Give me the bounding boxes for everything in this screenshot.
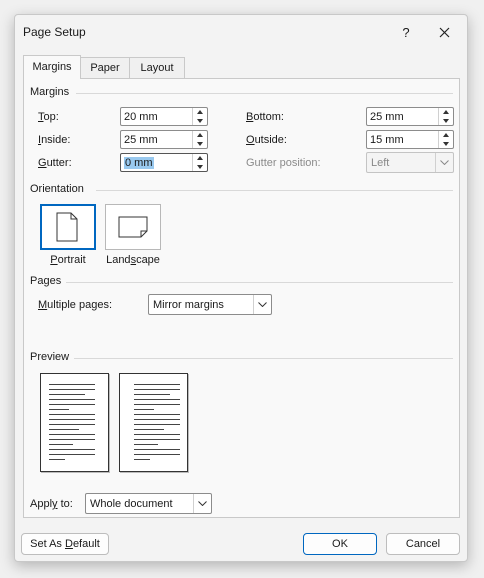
gutter-spinner[interactable]: 0 mm [120, 153, 208, 172]
triangle-down-icon [197, 165, 203, 169]
outside-label: Outside: [246, 134, 287, 146]
close-button[interactable] [431, 21, 459, 45]
margins-tab-panel: Margins Top: 20 mm Inside: 25 mm Gutter:… [23, 78, 460, 518]
inside-margin-spinner[interactable]: 25 mm [120, 130, 208, 149]
outside-margin-decrement[interactable] [439, 140, 453, 148]
bottom-margin-increment[interactable] [439, 108, 453, 116]
triangle-up-icon [443, 110, 449, 114]
page-setup-dialog: Page Setup ? Margins Paper Layout Margin… [14, 14, 468, 562]
gutter-value: 0 mm [124, 157, 154, 169]
bottom-margin-decrement[interactable] [439, 117, 453, 125]
outside-margin-increment[interactable] [439, 131, 453, 139]
chevron-down-icon [440, 160, 449, 165]
tab-paper[interactable]: Paper [79, 57, 131, 78]
top-margin-increment[interactable] [193, 108, 207, 116]
portrait-button[interactable] [40, 204, 96, 250]
triangle-up-icon [197, 156, 203, 160]
pages-divider [66, 282, 453, 283]
cancel-button[interactable]: Cancel [386, 533, 460, 555]
bottom-label: Bottom: [246, 111, 284, 123]
help-icon: ? [402, 25, 410, 40]
apply-to-value: Whole document [90, 498, 173, 510]
help-button[interactable]: ? [393, 21, 419, 45]
apply-to-label: Apply to: [30, 498, 73, 510]
set-as-default-button[interactable]: Set As Default [21, 533, 109, 555]
close-icon [439, 27, 450, 38]
inside-margin-increment[interactable] [193, 131, 207, 139]
bottom-margin-value: 25 mm [370, 111, 404, 123]
triangle-up-icon [197, 110, 203, 114]
preview-section-label: Preview [30, 351, 70, 363]
landscape-button[interactable] [105, 204, 161, 250]
top-label: Top: [38, 111, 59, 123]
gutter-position-select[interactable]: Left [366, 152, 454, 173]
dialog-title: Page Setup [23, 25, 86, 39]
inside-label: Inside: [38, 134, 71, 146]
ok-button[interactable]: OK [303, 533, 377, 555]
chevron-down-icon [198, 501, 207, 506]
gutter-increment[interactable] [193, 154, 207, 162]
landscape-label: Landscape [106, 254, 160, 266]
preview-divider [74, 358, 453, 359]
chevron-down-icon [258, 302, 267, 307]
pages-section-label: Pages [30, 275, 62, 287]
triangle-up-icon [197, 133, 203, 137]
orientation-section-label: Orientation [30, 183, 84, 195]
gutter-label: Gutter: [38, 157, 72, 169]
portrait-label: Portrait [50, 254, 86, 266]
preview-page-right [119, 373, 188, 472]
multiple-pages-select[interactable]: Mirror margins [148, 294, 272, 315]
margins-divider [76, 93, 453, 94]
outside-margin-value: 15 mm [370, 134, 404, 146]
triangle-up-icon [443, 133, 449, 137]
multiple-pages-label: Multiple pages: [38, 299, 112, 311]
gutter-decrement[interactable] [193, 163, 207, 171]
tab-layout[interactable]: Layout [129, 57, 185, 78]
apply-to-select[interactable]: Whole document [85, 493, 212, 514]
triangle-down-icon [197, 142, 203, 146]
outside-margin-spinner[interactable]: 15 mm [366, 130, 454, 149]
portrait-page-icon [56, 212, 78, 242]
top-margin-value: 20 mm [124, 111, 158, 123]
preview-page-left [40, 373, 109, 472]
orientation-divider [96, 190, 453, 191]
landscape-page-icon [118, 216, 148, 238]
triangle-down-icon [443, 119, 449, 123]
tab-margins[interactable]: Margins [23, 55, 81, 79]
triangle-down-icon [443, 142, 449, 146]
gutter-position-value: Left [371, 157, 390, 169]
inside-margin-decrement[interactable] [193, 140, 207, 148]
top-margin-decrement[interactable] [193, 117, 207, 125]
margins-section-label: Margins [30, 86, 70, 98]
bottom-margin-spinner[interactable]: 25 mm [366, 107, 454, 126]
triangle-down-icon [197, 119, 203, 123]
multiple-pages-value: Mirror margins [153, 299, 224, 311]
title-bar: Page Setup ? [15, 15, 467, 51]
gutter-position-label: Gutter position: [246, 157, 321, 169]
inside-margin-value: 25 mm [124, 134, 158, 146]
top-margin-spinner[interactable]: 20 mm [120, 107, 208, 126]
